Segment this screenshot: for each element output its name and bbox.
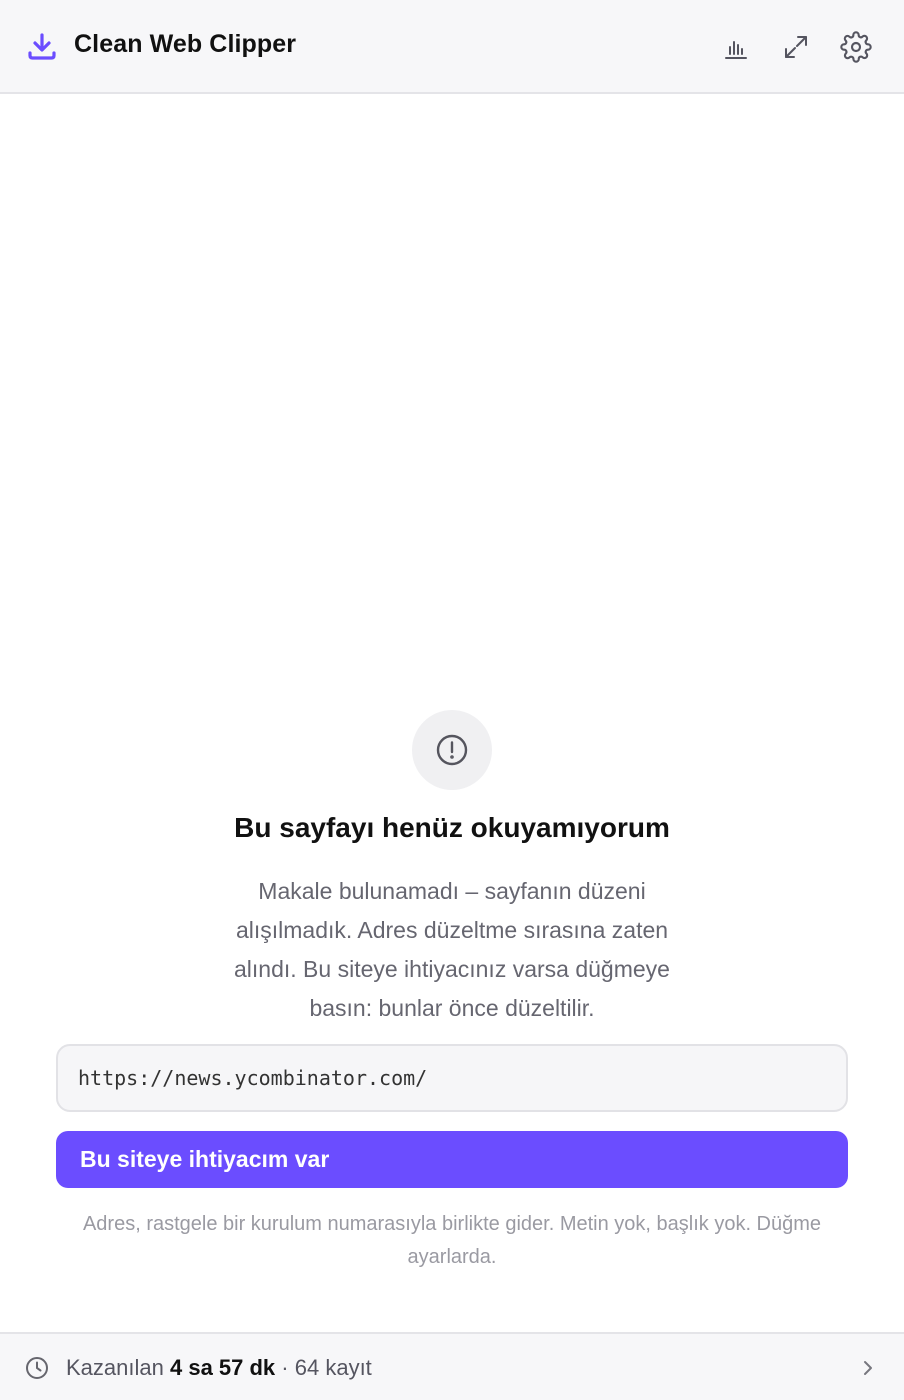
- download-icon: [28, 33, 56, 60]
- time-saved-summary: Kazanılan 4 sa 57 dk · 64 kayıt: [66, 1355, 372, 1381]
- clock-icon: [26, 1357, 48, 1379]
- expand-button[interactable]: [776, 27, 816, 67]
- gear-icon: [840, 31, 872, 63]
- privacy-note: Adres, rastgele bir kurulum numarasıyla …: [82, 1213, 822, 1268]
- chevron-right-icon: [864, 1361, 872, 1375]
- expand-icon: [785, 36, 807, 58]
- notice-title: Bu sayfayı henüz okuyamıyorum: [234, 812, 670, 843]
- time-saved-footer[interactable]: Kazanılan 4 sa 57 dk · 64 kayıt: [0, 1332, 904, 1400]
- request-site-button[interactable]: Bu siteye ihtiyacım var: [56, 1131, 848, 1188]
- records-count: 64 kayıt: [294, 1355, 372, 1380]
- app-title: Clean Web Clipper: [74, 30, 297, 58]
- separator: ·: [281, 1355, 289, 1380]
- app-root: Clean Web Clipper Bu sayfayı henüz okuya…: [0, 0, 904, 1400]
- saved-label: Kazanılan: [66, 1355, 164, 1380]
- page-url-field[interactable]: https://news.ycombinator.com/: [56, 1044, 848, 1112]
- notice-description: Makale bulunamadı – sayfanın düzeni alış…: [234, 878, 670, 1021]
- stats-button[interactable]: [716, 27, 756, 67]
- bar-chart-icon: [725, 41, 747, 59]
- header: Clean Web Clipper: [0, 0, 904, 94]
- notice-icon-badge: [412, 710, 492, 790]
- alert-circle-icon: [436, 734, 468, 766]
- settings-button[interactable]: [836, 27, 876, 67]
- saved-value: 4 sa 57 dk: [169, 1355, 276, 1380]
